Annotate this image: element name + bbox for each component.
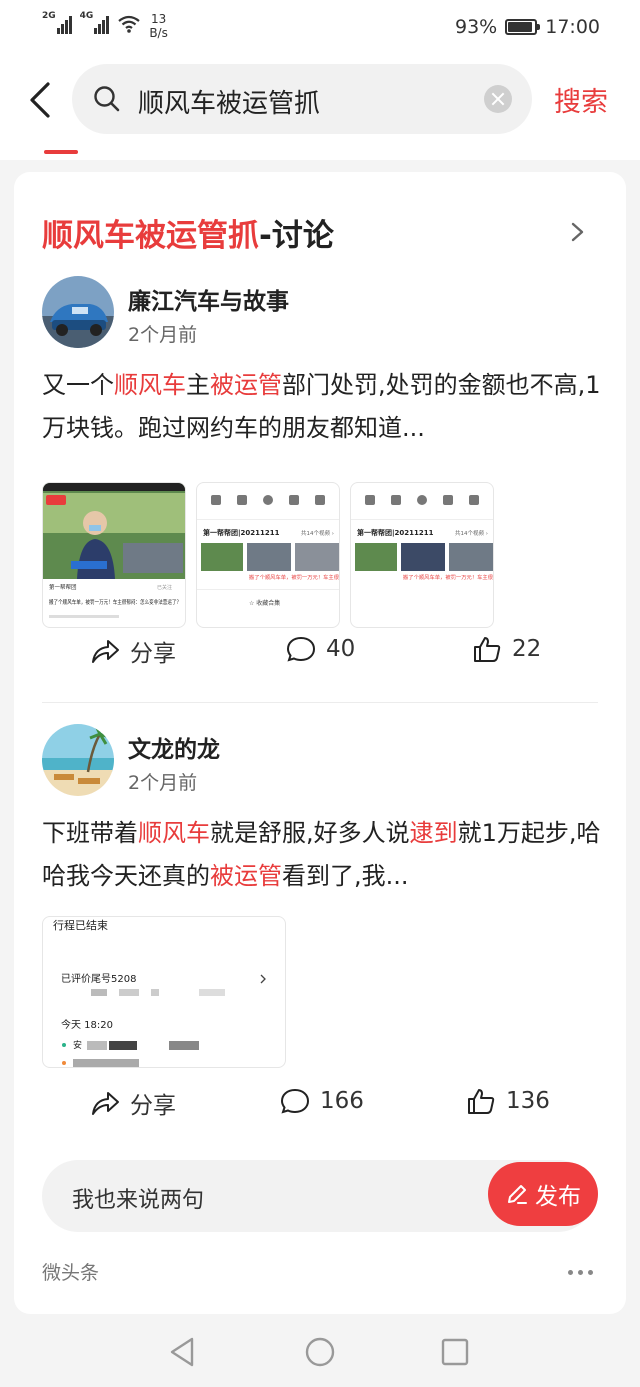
author-name[interactable]: 廉江汽车与故事 (128, 282, 289, 316)
thumb1-caption: 搬了个顺风车单，被罚一万元！车主很郁闷：怎么变非法营运了？ (49, 598, 181, 606)
comment-count: 166 (320, 1088, 364, 1114)
share-icon (92, 1092, 119, 1115)
search-input[interactable]: 顺风车被运管抓 (138, 83, 320, 120)
post-item[interactable]: 廉江汽车与故事 2个月前 又一个顺风车主被运管部门处罚,处罚的金额也不高,1万块… (42, 276, 602, 696)
publish-button[interactable]: 发布 (488, 1162, 598, 1226)
thumb3-title: 第一帮帮团|20211211 (357, 528, 434, 538)
battery-percent: 93% (455, 16, 498, 38)
source-label[interactable]: 微头条 (42, 1258, 99, 1285)
signal-4g-icon: 4G (80, 12, 110, 34)
thumb4-from: 安 (73, 1039, 82, 1051)
more-icon[interactable] (568, 1270, 593, 1275)
post-actions: 分享 40 22 (42, 634, 602, 674)
thumb3-caption: 搬了个顺风车单，被罚一万元！车主很 (403, 574, 493, 581)
post-images: 第一帮帮团 已关注 搬了个顺风车单，被罚一万元！车主很郁闷：怎么变非法营运了？ … (42, 482, 494, 628)
post-actions: 分享 166 136 (42, 1086, 602, 1126)
back-arrow-icon[interactable] (26, 80, 56, 120)
post-item[interactable]: 文龙的龙 2个月前 下班带着顺风车就是舒服,好多人说逮到就1万起步,哈哈我今天还… (42, 724, 602, 1144)
thumb3-more: 共14个视频 › (455, 529, 488, 537)
like-button[interactable]: 136 (466, 1086, 550, 1116)
avatar[interactable] (42, 276, 114, 348)
card-title-keyword: 顺风车被运管抓 (42, 218, 259, 254)
thumb4-rating: 已评价尾号5208 (61, 973, 136, 985)
signal-1-label: 2G (42, 11, 56, 21)
publish-label: 发布 (535, 1184, 581, 1210)
status-bar: 2G 4G 13 B/s 93% 17:00 (0, 0, 640, 56)
wifi-icon (118, 15, 140, 33)
post-text[interactable]: 下班带着顺风车就是舒服,好多人说逮到就1万起步,哈哈我今天还真的被运管看到了,我… (42, 812, 602, 898)
avatar[interactable] (42, 724, 114, 796)
thumb4-status: 行程已结束 (53, 919, 108, 932)
like-count: 22 (512, 636, 542, 662)
thumb1-channel: 第一帮帮团 (49, 583, 77, 591)
share-button[interactable]: 分享 (90, 634, 176, 668)
battery-icon (505, 19, 541, 35)
status-right: 93% 17:00 (455, 16, 600, 38)
like-button[interactable]: 22 (472, 634, 541, 664)
search-header: 顺风车被运管抓 搜索 (0, 56, 640, 160)
comment-count: 40 (326, 636, 356, 662)
status-left: 2G 4G 13 B/s (42, 12, 168, 41)
like-count: 136 (506, 1088, 550, 1114)
thumbs-up-icon (468, 1089, 495, 1114)
author-name[interactable]: 文龙的龙 (128, 730, 220, 764)
share-button[interactable]: 分享 (90, 1086, 176, 1120)
clear-icon[interactable] (484, 85, 512, 113)
tab-indicator (44, 150, 78, 154)
post-images: 行程已结束 已评价尾号5208 今天 18:20 安 (42, 916, 286, 1068)
search-icon (94, 86, 120, 112)
share-icon (92, 640, 119, 663)
pencil-icon (508, 1185, 527, 1204)
thumb2-title: 第一帮帮团|20211211 (203, 528, 280, 538)
battery-fill (508, 22, 533, 32)
net-speed-value: 13 (150, 12, 167, 26)
chevron-right-icon[interactable] (570, 222, 586, 242)
post-image[interactable]: 第一帮帮团 已关注 搬了个顺风车单，被罚一万元！车主很郁闷：怎么变非法营运了？ (42, 482, 186, 628)
comment-placeholder: 我也来说两句 (72, 1188, 205, 1213)
nav-back-icon[interactable] (166, 1335, 200, 1369)
thumb4-date: 今天 18:20 (61, 1018, 113, 1031)
net-speed-unit: B/s (149, 26, 168, 40)
post-time: 2个月前 (128, 772, 198, 794)
comment-button[interactable]: 166 (280, 1086, 364, 1116)
thumb2-more: 共14个视频 › (301, 529, 334, 537)
post-image[interactable]: 第一帮帮团|20211211 共14个视频 › 搬了个顺风车单，被罚一万元！车主… (350, 482, 494, 628)
nav-recents-icon[interactable] (438, 1335, 472, 1369)
post-image[interactable]: 行程已结束 已评价尾号5208 今天 18:20 安 (42, 916, 286, 1068)
comment-icon (286, 636, 316, 662)
post-text[interactable]: 又一个顺风车主被运管部门处罚,处罚的金额也不高,1万块钱。跑过网约车的朋友都知道… (42, 364, 602, 450)
system-nav-bar (0, 1317, 640, 1387)
thumb2-caption: 搬了个顺风车单，被罚一万元！车主很 (249, 574, 339, 581)
signal-2g-icon: 2G (42, 12, 72, 34)
post-time: 2个月前 (128, 324, 198, 346)
divider (42, 702, 598, 703)
share-label: 分享 (130, 1093, 176, 1119)
post-image[interactable]: 第一帮帮团|20211211 共14个视频 › 搬了个顺风车单，被罚一万元！车主… (196, 482, 340, 628)
discussion-card: 顺风车被运管抓-讨论 廉江汽车与故事 2个月前 又一个顺风车主被运管部门处罚,处… (14, 172, 626, 1314)
search-box[interactable]: 顺风车被运管抓 (72, 64, 532, 134)
comment-button[interactable]: 40 (286, 634, 355, 664)
nav-home-icon[interactable] (303, 1335, 337, 1369)
search-button[interactable]: 搜索 (554, 80, 608, 119)
signal-2-label: 4G (79, 11, 94, 21)
share-label: 分享 (130, 641, 176, 667)
net-speed: 13 B/s (149, 12, 168, 40)
comment-input[interactable]: 我也来说两句 发布 (42, 1160, 598, 1232)
thumb2-collect: ☆ 收藏合集 (249, 599, 280, 607)
card-title[interactable]: 顺风车被运管抓-讨论 (42, 210, 334, 255)
thumb1-follow: 已关注 (157, 584, 172, 591)
clock: 17:00 (545, 16, 600, 38)
card-title-suffix: -讨论 (259, 218, 334, 254)
thumbs-up-icon (474, 637, 501, 662)
comment-icon (280, 1088, 310, 1114)
